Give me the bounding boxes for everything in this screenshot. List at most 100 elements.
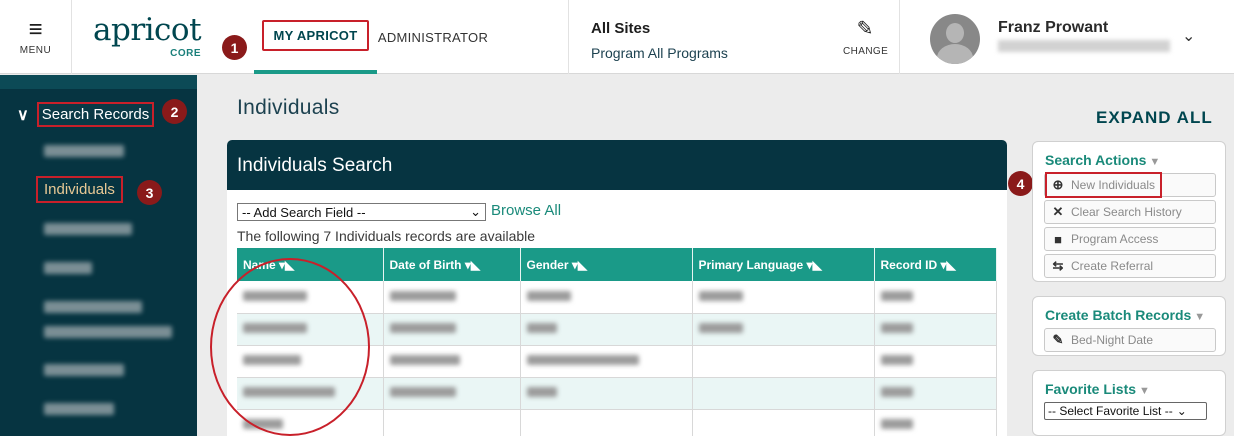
- triangle-down-icon: ▼: [1149, 156, 1161, 168]
- sidebar-item-individuals[interactable]: Individuals: [36, 176, 123, 203]
- annotation-marker-4: 4: [1008, 171, 1033, 196]
- redacted-cell: [526, 355, 639, 365]
- new-individuals-button[interactable]: ⊕ New Individuals: [1044, 172, 1216, 198]
- create-referral-label: Create Referral: [1071, 259, 1154, 273]
- chevron-down-icon: ⌄: [1176, 404, 1187, 418]
- sort-icon: ▾◣: [464, 257, 481, 272]
- column-header-gender[interactable]: Gender ▾◣: [520, 248, 693, 281]
- redacted-cell: [526, 323, 557, 333]
- redacted-cell: [880, 419, 913, 429]
- redacted-cell: [880, 355, 913, 365]
- lock-icon: ■: [1054, 231, 1062, 247]
- plus-circle-icon: ⊕: [1052, 177, 1064, 192]
- program-access-button[interactable]: ■ Program Access: [1044, 227, 1216, 251]
- avatar[interactable]: [930, 14, 980, 64]
- favorite-list-select[interactable]: -- Select Favorite List -- ⌄: [1044, 402, 1207, 420]
- app-root: ≡ MENU apricot CORE MY APRICOT ADMINISTR…: [0, 0, 1234, 436]
- column-header-record-id[interactable]: Record ID ▾◣: [874, 248, 997, 281]
- user-detail-redacted: [998, 40, 1170, 52]
- search-actions-panel: Search Actions ▼ ⊕ New Individuals ✕ Clear …: [1032, 141, 1226, 282]
- favorite-list-value: -- Select Favorite List --: [1048, 404, 1173, 418]
- sidebar-item-redacted[interactable]: [44, 145, 124, 157]
- menu-button[interactable]: ≡ MENU: [0, 0, 72, 74]
- annotation-ellipse: [210, 258, 370, 436]
- user-name[interactable]: Franz Prowant: [998, 19, 1108, 37]
- triangle-down-icon: ▼: [1139, 385, 1150, 397]
- tab-my-apricot-label: MY APRICOT: [261, 19, 370, 51]
- annotation-marker-3: 3: [137, 180, 162, 205]
- redacted-cell: [880, 323, 913, 333]
- redacted-cell: [389, 290, 456, 301]
- expand-all-button[interactable]: EXPAND ALL: [1096, 108, 1213, 128]
- tab-my-apricot[interactable]: MY APRICOT: [254, 0, 377, 74]
- site-title: All Sites: [591, 20, 651, 37]
- redacted-cell: [389, 387, 456, 397]
- chevron-down-icon[interactable]: ⌄: [1182, 26, 1195, 46]
- browse-all-link[interactable]: Browse All: [491, 202, 561, 219]
- logo-main-text: apricot: [93, 12, 202, 48]
- redacted-cell: [880, 387, 913, 397]
- chevron-down-icon: ∨: [17, 106, 29, 124]
- sidebar-item-redacted[interactable]: [44, 364, 124, 376]
- sidebar-item-redacted[interactable]: [44, 301, 142, 313]
- sidebar-section-search-records[interactable]: ∨ Search Records: [17, 102, 155, 127]
- site-program-selector: All Sites Program All Programs ✎ CHANGE: [568, 0, 900, 74]
- sidebar-item-redacted[interactable]: [44, 403, 114, 415]
- clear-search-history-button[interactable]: ✕ Clear Search History: [1044, 200, 1216, 224]
- column-header-dob[interactable]: Date of Birth ▾◣: [383, 248, 521, 281]
- avatar-body-shape: [937, 44, 973, 64]
- table-header-row: Name ▾◣ Date of Birth ▾◣ Gender ▾◣ Prima…: [237, 248, 997, 281]
- menu-label: MENU: [19, 44, 52, 56]
- annotation-marker-2: 2: [162, 99, 187, 124]
- menu-icon: ≡: [28, 15, 43, 43]
- pencil-icon: ✎: [1052, 332, 1064, 347]
- column-header-label: Gender: [526, 257, 569, 272]
- create-referral-button[interactable]: ⇆ Create Referral: [1044, 254, 1216, 278]
- add-search-field-value: -- Add Search Field --: [242, 204, 366, 220]
- table-row[interactable]: [237, 409, 997, 436]
- sidebar-section-label: Search Records: [36, 102, 155, 127]
- new-individuals-label: New Individuals: [1071, 178, 1156, 192]
- tab-administrator-label: ADMINISTRATOR: [377, 29, 489, 45]
- pencil-icon: ✎: [856, 18, 874, 40]
- x-icon: ✕: [1052, 204, 1064, 219]
- tab-administrator[interactable]: ADMINISTRATOR: [377, 0, 489, 74]
- program-access-label: Program Access: [1071, 232, 1159, 246]
- sidebar-item-redacted[interactable]: [44, 326, 172, 338]
- apricot-logo[interactable]: apricot CORE: [93, 12, 202, 59]
- search-actions-label: Search Actions: [1045, 152, 1147, 168]
- favorite-lists-panel: Favorite Lists ▼ -- Select Favorite List …: [1032, 370, 1226, 436]
- add-search-field-select[interactable]: -- Add Search Field -- ⌄: [237, 203, 486, 221]
- records-available-text: The following 7 Individuals records are …: [237, 228, 536, 244]
- redacted-cell: [526, 290, 571, 301]
- page-title: Individuals: [237, 96, 340, 119]
- bed-night-date-button[interactable]: ✎ Bed-Night Date: [1044, 328, 1216, 352]
- change-button[interactable]: ✎ CHANGE: [843, 18, 889, 57]
- chevron-down-icon: ⌄: [470, 204, 481, 219]
- swap-icon: ⇆: [1052, 258, 1064, 273]
- redacted-cell: [389, 323, 456, 333]
- sort-icon: ▾◣: [571, 257, 588, 272]
- triangle-down-icon: ▼: [1194, 311, 1206, 323]
- logo-sub-text: CORE: [170, 48, 202, 59]
- redacted-cell: [526, 387, 557, 397]
- batch-title[interactable]: Create Batch Records ▼: [1045, 307, 1205, 323]
- bed-night-label: Bed-Night Date: [1071, 333, 1154, 347]
- panel-title: Individuals Search: [227, 140, 1007, 190]
- column-header-label: Record ID: [880, 257, 938, 272]
- column-header-language[interactable]: Primary Language ▾◣: [692, 248, 875, 281]
- redacted-cell: [880, 290, 913, 301]
- redacted-cell: [698, 290, 743, 301]
- favorites-title[interactable]: Favorite Lists ▼: [1045, 381, 1150, 397]
- search-actions-title[interactable]: Search Actions ▼: [1045, 152, 1160, 168]
- sidebar-item-redacted[interactable]: [44, 223, 132, 235]
- avatar-head-shape: [946, 23, 964, 43]
- sidebar: ∨ Search Records Individuals: [0, 75, 197, 436]
- favorites-title-label: Favorite Lists: [1045, 381, 1137, 397]
- annotation-marker-1: 1: [222, 35, 247, 60]
- redacted-cell: [698, 323, 743, 333]
- column-header-label: Primary Language: [698, 257, 804, 272]
- sidebar-item-redacted[interactable]: [44, 262, 92, 274]
- column-header-label: Date of Birth: [389, 257, 462, 272]
- change-label: CHANGE: [843, 46, 889, 57]
